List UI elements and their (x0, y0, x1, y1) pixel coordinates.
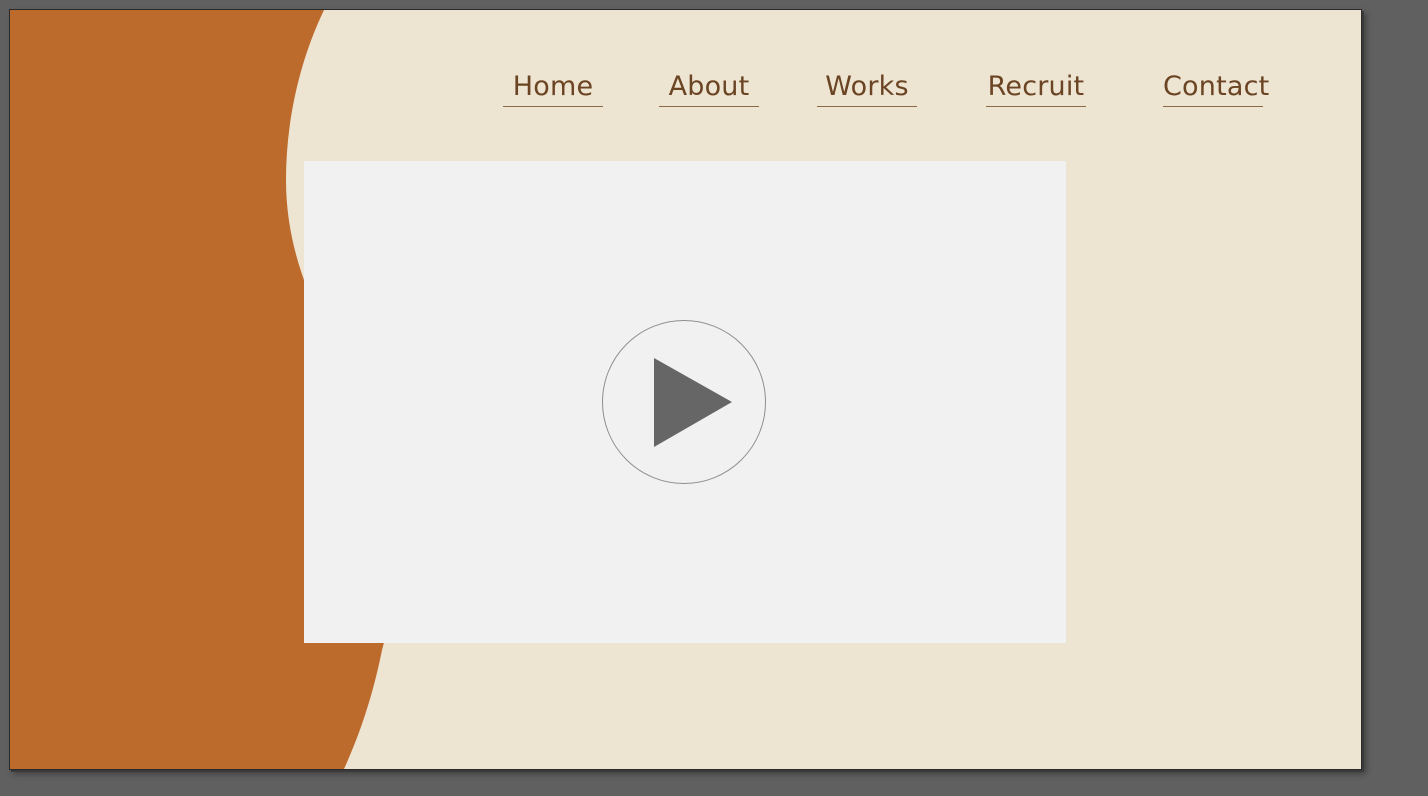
play-icon (654, 358, 732, 447)
nav-recruit-link[interactable]: Recruit (986, 70, 1086, 107)
page-artboard: Home About Works Recruit Contact (9, 9, 1362, 770)
nav-works-link[interactable]: Works (817, 70, 917, 107)
video-player[interactable] (304, 161, 1066, 643)
play-button[interactable] (602, 320, 766, 484)
nav-home-link[interactable]: Home (503, 70, 603, 107)
nav-contact-link[interactable]: Contact (1163, 70, 1269, 107)
nav-about-link[interactable]: About (659, 70, 759, 107)
main-nav: Home About Works Recruit Contact (10, 70, 1361, 110)
